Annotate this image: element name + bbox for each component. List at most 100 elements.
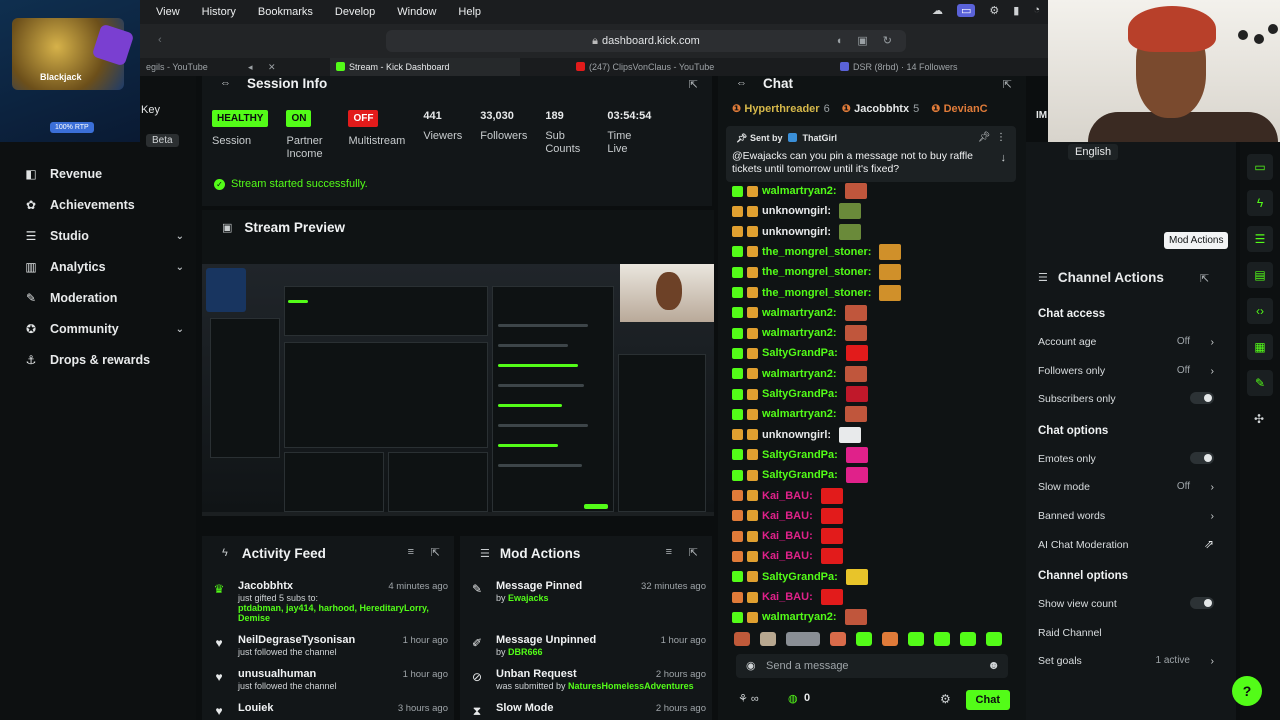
chat-message[interactable]: SaltyGrandPa: bbox=[732, 568, 868, 585]
tab-youtube-clips[interactable]: (247) ClipsVonClaus - YouTube bbox=[576, 58, 766, 76]
menu-help[interactable]: Help bbox=[458, 6, 481, 18]
emote-icon[interactable] bbox=[760, 632, 776, 646]
rail-code-icon[interactable]: ‹› bbox=[1247, 298, 1273, 324]
feed-highlight[interactable]: ptdabman, jay414, harhood, HereditaryLor… bbox=[238, 603, 429, 623]
rail-wrench-icon[interactable]: ✎ bbox=[1247, 370, 1273, 396]
chat-message[interactable]: Kai_BAU: bbox=[732, 507, 843, 524]
option-account-age[interactable]: Account age Off › bbox=[1038, 336, 1216, 348]
rail-monitor-icon[interactable]: ▭ bbox=[1247, 154, 1273, 180]
option-slow-mode[interactable]: Slow mode Off › bbox=[1038, 481, 1216, 493]
feed-highlight[interactable]: NaturesHomelessAdventures bbox=[568, 681, 694, 691]
chat-message[interactable]: SaltyGrandPa: bbox=[732, 345, 868, 362]
emote-icon[interactable] bbox=[882, 632, 898, 646]
wifi-icon[interactable]: ◔ bbox=[1033, 4, 1040, 17]
emote-icon[interactable] bbox=[986, 632, 1002, 646]
chat-message[interactable]: walmartryan2: bbox=[732, 304, 867, 321]
tab-kick-dashboard[interactable]: Stream - Kick Dashboard bbox=[330, 58, 520, 76]
help-chat-button[interactable]: ? bbox=[1232, 676, 1262, 706]
chat-message[interactable]: Kai_BAU: bbox=[732, 589, 843, 605]
chevron-down-icon[interactable]: ⌄ bbox=[176, 231, 184, 242]
menu-view[interactable]: View bbox=[156, 6, 180, 18]
option-show-view-count[interactable]: Show view count bbox=[1038, 597, 1216, 610]
chat-message[interactable]: the_mongrel_stoner: bbox=[732, 243, 902, 260]
sidebar-item-achievements[interactable]: ✿ Achievements bbox=[24, 195, 186, 215]
chat-username[interactable]: walmartryan2: bbox=[762, 185, 837, 197]
chat-username[interactable]: the_mongrel_stoner: bbox=[762, 246, 871, 258]
emote-icon[interactable] bbox=[786, 632, 820, 646]
leaderboard-entry[interactable]: ❶ Jacobbhtx 5 bbox=[842, 102, 920, 115]
option-followers-only[interactable]: Followers only Off › bbox=[1038, 365, 1216, 377]
chat-message[interactable]: unknowngirl: bbox=[732, 203, 862, 220]
expand-icon[interactable]: ⇱ bbox=[1200, 272, 1209, 285]
chat-username[interactable]: unknowngirl: bbox=[762, 429, 831, 441]
sidebar-item-analytics[interactable]: ▥ Analytics ⌄ bbox=[24, 257, 186, 277]
address-bar[interactable]: 🔒︎ dashboard.kick.com ◖ ▣ ↻ bbox=[386, 30, 906, 52]
toggle-switch[interactable] bbox=[1190, 451, 1214, 464]
chat-username[interactable]: the_mongrel_stoner: bbox=[762, 287, 871, 299]
option-raid-channel[interactable]: Raid Channel bbox=[1038, 627, 1216, 639]
external-link-icon[interactable]: ⇗ bbox=[1204, 537, 1214, 551]
emote-icon[interactable] bbox=[934, 632, 950, 646]
filter-icon[interactable]: ≡ bbox=[408, 546, 414, 558]
chat-message[interactable]: SaltyGrandPa: bbox=[732, 386, 868, 402]
chat-message[interactable]: SaltyGrandPa: bbox=[732, 467, 868, 484]
chat-username[interactable]: Kai_BAU: bbox=[762, 510, 813, 522]
menu-bookmarks[interactable]: Bookmarks bbox=[258, 6, 313, 18]
chat-message[interactable]: walmartryan2: bbox=[732, 325, 867, 342]
language-badge[interactable]: English bbox=[1068, 144, 1119, 160]
feed-highlight[interactable]: Ewajacks bbox=[508, 593, 549, 603]
chat-username[interactable]: Kai_BAU: bbox=[762, 490, 813, 502]
chat-username[interactable]: walmartryan2: bbox=[762, 368, 837, 380]
chat-tools-icon[interactable]: ⚘ ∞ bbox=[738, 692, 759, 705]
option-set-goals[interactable]: Set goals 1 active › bbox=[1038, 655, 1216, 667]
menu-develop[interactable]: Develop bbox=[335, 6, 375, 18]
chat-settings-icon[interactable]: ◉ bbox=[746, 659, 756, 672]
extension-icon[interactable]: ⚙ bbox=[989, 4, 999, 17]
emote-icon[interactable] bbox=[734, 632, 750, 646]
expand-icon[interactable]: ⇱ bbox=[689, 78, 698, 91]
chevron-right-icon[interactable]: › bbox=[1211, 510, 1215, 522]
chat-username[interactable]: unknowngirl: bbox=[762, 205, 831, 217]
back-icon[interactable]: ‹ bbox=[158, 34, 162, 46]
chat-message[interactable]: unknowngirl: bbox=[732, 223, 862, 240]
chat-message[interactable]: Kai_BAU: bbox=[732, 528, 843, 545]
menu-window[interactable]: Window bbox=[397, 6, 436, 18]
chat-message[interactable]: walmartryan2: bbox=[732, 406, 867, 423]
emote-icon[interactable] bbox=[856, 632, 872, 646]
rail-puzzle-icon[interactable]: ✣ bbox=[1254, 412, 1264, 426]
tab-dsr[interactable]: DSR (8rbd) · 14 Followers bbox=[840, 58, 1020, 76]
pin-toggle-icon[interactable]: 📌︎ ⋮ bbox=[978, 132, 1006, 143]
popout-icon[interactable]: ⇱ bbox=[1003, 78, 1012, 91]
close-icon[interactable]: ✕ bbox=[268, 58, 276, 76]
rail-layout-icon[interactable]: ▦ bbox=[1247, 334, 1273, 360]
chevron-right-icon[interactable]: › bbox=[1211, 481, 1215, 493]
sidebar-item-revenue[interactable]: ◧ Revenue bbox=[24, 164, 186, 184]
chat-username[interactable]: SaltyGrandPa: bbox=[762, 388, 838, 400]
toggle-switch[interactable] bbox=[1190, 392, 1214, 405]
chat-username[interactable]: walmartryan2: bbox=[762, 408, 837, 420]
collapse-icon[interactable]: ⇔ bbox=[220, 77, 231, 89]
chat-username[interactable]: walmartryan2: bbox=[762, 307, 837, 319]
send-chat-button[interactable]: Chat bbox=[965, 690, 1010, 710]
emoji-icon[interactable]: ☻ bbox=[987, 658, 1000, 672]
sidebar-item-key[interactable]: Key bbox=[141, 104, 160, 116]
chevron-right-icon[interactable]: › bbox=[1211, 365, 1215, 377]
chat-message[interactable]: walmartryan2: bbox=[732, 183, 867, 199]
chevron-down-icon[interactable]: ⌄ bbox=[176, 324, 184, 335]
option-subscribers-only[interactable]: Subscribers only bbox=[1038, 392, 1216, 405]
audio-icon[interactable]: ◖ ▣ ↻ bbox=[836, 30, 898, 52]
chat-username[interactable]: walmartryan2: bbox=[762, 611, 837, 623]
collapse-icon[interactable]: ⇔ bbox=[736, 77, 747, 89]
emote-icon[interactable] bbox=[830, 632, 846, 646]
filter-icon[interactable]: ≡ bbox=[666, 546, 672, 558]
chat-message[interactable]: the_mongrel_stoner: bbox=[732, 284, 902, 301]
emote-icon[interactable] bbox=[960, 632, 976, 646]
emote-icon[interactable] bbox=[908, 632, 924, 646]
chat-message[interactable]: Kai_BAU: bbox=[732, 548, 843, 565]
settings-gear-icon[interactable]: ⚙ bbox=[940, 692, 951, 706]
chat-username[interactable]: Kai_BAU: bbox=[762, 591, 813, 603]
rail-bolt-icon[interactable]: ϟ bbox=[1247, 190, 1273, 216]
rail-chat-icon[interactable]: ▤ bbox=[1247, 262, 1273, 288]
chat-message[interactable]: walmartryan2: bbox=[732, 365, 867, 382]
chat-username[interactable]: SaltyGrandPa: bbox=[762, 571, 838, 583]
